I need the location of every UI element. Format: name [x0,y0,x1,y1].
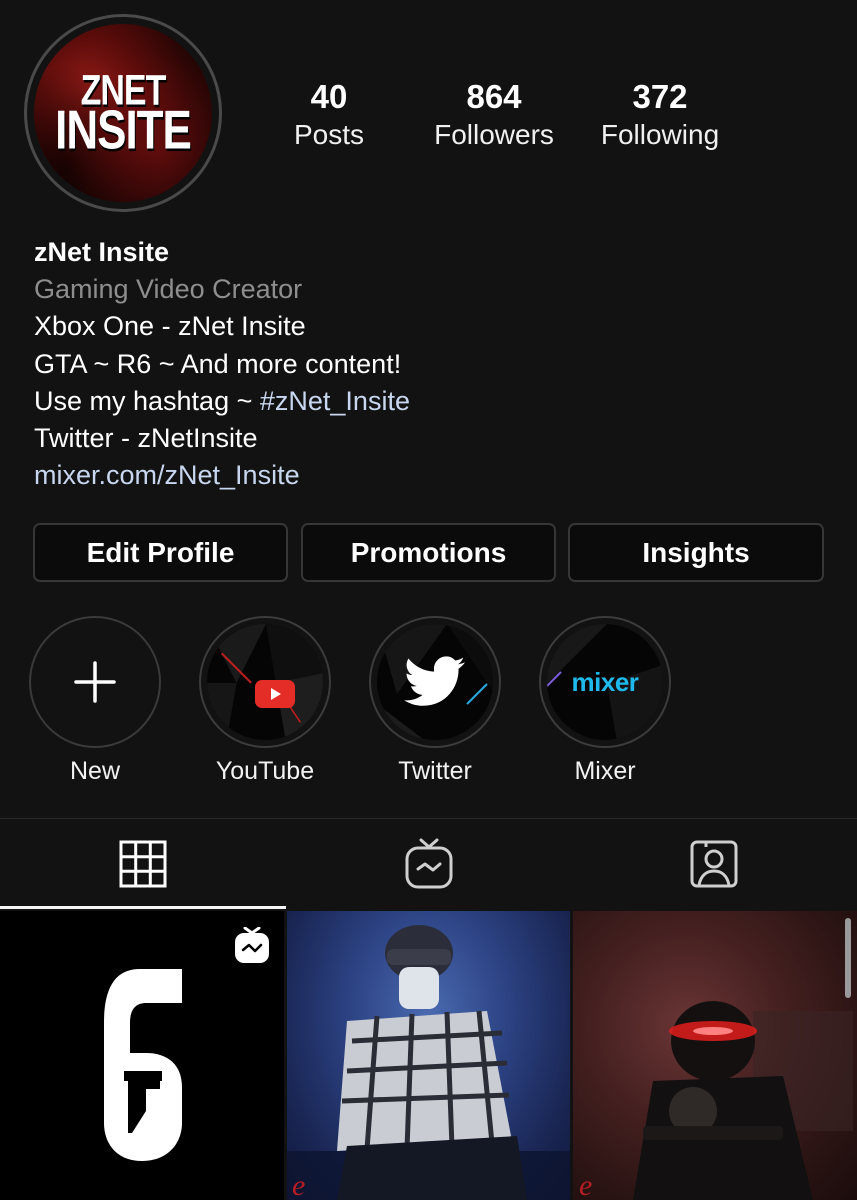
posts-label: Posts [293,119,365,150]
stat-following[interactable]: 372 Following [580,78,740,154]
profile-avatar-ring[interactable]: ZNET INSITE [24,14,222,212]
highlight-twitter-cover [377,624,493,740]
post-thumbnail-2[interactable]: e [287,911,570,1200]
highlight-mixer-ring[interactable]: mixer [539,616,671,748]
highlight-mixer-cover: mixer [547,624,663,740]
avatar[interactable]: ZNET INSITE [34,24,212,202]
highlight-label: New [69,757,120,785]
post-thumbnail-1[interactable] [0,911,284,1200]
grid-icon [119,840,167,888]
tab-tagged[interactable] [571,820,857,908]
highlight-label: YouTube [215,757,315,785]
highlight-youtube[interactable]: YouTube [199,616,331,786]
igtv-icon [405,838,453,889]
bio-line-3-text: Use my hashtag ~ [34,385,260,416]
bio-line-1: Xbox One - zNet Insite [34,311,306,342]
promotions-button[interactable]: Promotions [301,523,556,582]
bio-line-4: Twitter - zNetInsite [34,423,258,454]
highlight-label: Twitter [398,757,472,785]
tab-grid[interactable] [0,820,286,908]
highlight-twitter[interactable]: Twitter [369,616,501,786]
bio-line-3: Use my hashtag ~ #zNet_Insite [34,383,834,420]
following-count: 372 [632,78,688,115]
profile-bio: zNet Insite Gaming Video Creator Xbox On… [34,234,834,494]
edit-profile-button[interactable]: Edit Profile [33,523,288,582]
plus-icon [74,661,116,703]
dark-character-red-eyes: e [579,1001,853,1200]
followers-count: 864 [466,78,522,115]
insights-button[interactable]: Insights [568,523,824,582]
scrollbar[interactable] [845,918,851,998]
stat-posts[interactable]: 40 Posts [249,78,409,154]
avatar-logo-line2: INSITE [55,99,192,161]
post-thumbnail-3[interactable]: e [573,911,857,1200]
highlight-new[interactable]: New [29,616,161,786]
tab-igtv[interactable] [286,820,572,908]
svg-text:e: e [579,1169,592,1200]
svg-text:e: e [292,1169,305,1200]
followers-label: Followers [434,119,554,150]
twitter-bird-icon [404,656,465,706]
igtv-icon [235,927,269,963]
highlight-youtube-cover [207,624,323,740]
tabs-divider [0,818,857,819]
profile-category: Gaming Video Creator [34,274,303,305]
tagged-person-icon [690,840,738,888]
hashtag-link[interactable]: #zNet_Insite [260,386,410,416]
youtube-icon [255,680,295,708]
highlight-mixer[interactable]: mixer Mixer [539,616,671,786]
highlight-label: Mixer [574,757,636,785]
highlight-new-ring[interactable] [29,616,161,748]
following-label: Following [600,119,720,150]
posts-count: 40 [310,78,348,115]
bio-website-link[interactable]: mixer.com/zNet_Insite [34,457,834,494]
stat-followers[interactable]: 864 Followers [414,78,574,154]
mixer-logo-icon: mixer [571,666,639,697]
highlight-twitter-ring[interactable] [369,616,501,748]
profile-name: zNet Insite [34,237,170,267]
masked-character-plaid-shirt: e [287,925,570,1200]
bio-line-2: GTA ~ R6 ~ And more content! [34,348,402,379]
highlight-youtube-ring[interactable] [199,616,331,748]
tab-active-indicator [0,906,286,909]
